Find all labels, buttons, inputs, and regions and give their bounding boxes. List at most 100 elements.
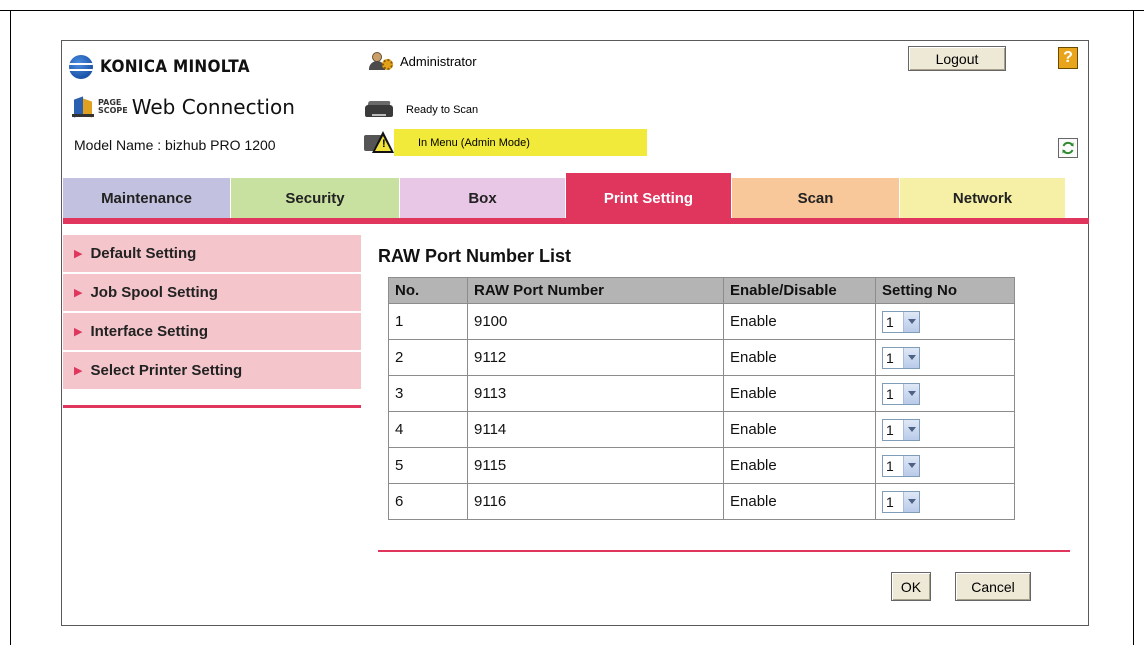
chevron-down-icon[interactable] <box>903 383 919 404</box>
arrow-right-icon: ▶ <box>74 326 83 338</box>
frame-right-border <box>1133 10 1134 645</box>
cell-no: 5 <box>388 447 468 484</box>
cell-setting-no: 1 <box>875 303 1015 340</box>
sidebar-menu: ▶ Default Setting ▶ Job Spool Setting ▶ … <box>63 235 361 391</box>
setting-no-select[interactable]: 1 <box>882 310 920 333</box>
cell-no: 4 <box>388 411 468 448</box>
device-status: ! In Menu (Admin Mode) <box>364 129 647 156</box>
arrow-right-icon: ▶ <box>74 365 83 377</box>
table-row: 2 9112 Enable 1 <box>388 339 1015 376</box>
chevron-down-icon[interactable] <box>903 311 919 332</box>
setting-no-value: 1 <box>886 313 894 330</box>
setting-no-select[interactable]: 1 <box>882 454 920 477</box>
main-tabs: Maintenance Security Box Print Setting S… <box>63 173 1066 218</box>
table-row: 3 9113 Enable 1 <box>388 375 1015 412</box>
cell-enable-disable: Enable <box>723 339 876 376</box>
content-divider <box>378 550 1070 552</box>
cell-enable-disable: Enable <box>723 303 876 340</box>
cell-setting-no: 1 <box>875 411 1015 448</box>
arrow-right-icon: ▶ <box>74 287 83 299</box>
product-title: Web Connection <box>131 95 295 119</box>
setting-no-value: 1 <box>886 349 894 366</box>
scanner-status-text: Ready to Scan <box>406 104 479 116</box>
cell-raw-port-number: 9112 <box>467 339 724 376</box>
column-header-raw-port-number: RAW Port Number <box>467 277 724 304</box>
setting-no-value: 1 <box>886 421 894 438</box>
page-title: RAW Port Number List <box>378 246 572 266</box>
frame-left-border <box>10 10 11 645</box>
refresh-icon <box>1062 141 1074 155</box>
sidebar-divider <box>63 405 361 408</box>
sidebar-item-default-setting[interactable]: ▶ Default Setting <box>63 235 361 272</box>
tab-security[interactable]: Security <box>231 178 400 218</box>
cell-setting-no: 1 <box>875 375 1015 412</box>
chevron-down-icon[interactable] <box>903 455 919 476</box>
refresh-button[interactable] <box>1058 138 1078 158</box>
model-name: Model Name : bizhub PRO 1200 <box>74 137 276 153</box>
tab-box[interactable]: Box <box>400 178 566 218</box>
setting-no-value: 1 <box>886 457 894 474</box>
chevron-down-icon[interactable] <box>903 347 919 368</box>
pagescope-icon <box>72 96 94 118</box>
cell-raw-port-number: 9116 <box>467 483 724 520</box>
tab-maintenance[interactable]: Maintenance <box>63 178 231 218</box>
konica-minolta-globe-icon <box>69 55 93 79</box>
setting-no-value: 1 <box>886 385 894 402</box>
help-button[interactable]: ? <box>1058 47 1078 69</box>
konica-minolta-logo: KONICA MINOLTA <box>69 54 267 80</box>
user-role-label: Administrator <box>400 53 477 69</box>
warning-icon: ! <box>364 130 394 155</box>
cell-enable-disable: Enable <box>723 483 876 520</box>
tabs-underline <box>63 218 1089 224</box>
cell-no: 3 <box>388 375 468 412</box>
sidebar-item-select-printer-setting[interactable]: ▶ Select Printer Setting <box>63 352 361 389</box>
table-row: 1 9100 Enable 1 <box>388 303 1015 340</box>
sidebar-item-interface-setting[interactable]: ▶ Interface Setting <box>63 313 361 350</box>
pagescope-logo: PAGE SCOPE Web Connection <box>72 95 295 119</box>
setting-no-select[interactable]: 1 <box>882 382 920 405</box>
cell-setting-no: 1 <box>875 447 1015 484</box>
cell-raw-port-number: 9100 <box>467 303 724 340</box>
sidebar-item-label: Interface Setting <box>90 323 208 340</box>
pagescope-wordmark: PAGE SCOPE <box>98 98 128 115</box>
sidebar-item-label: Select Printer Setting <box>90 362 243 379</box>
cell-enable-disable: Enable <box>723 447 876 484</box>
raw-port-table: No. RAW Port Number Enable/Disable Setti… <box>388 277 1015 520</box>
setting-no-value: 1 <box>886 493 894 510</box>
setting-no-select[interactable]: 1 <box>882 418 920 441</box>
logout-button[interactable]: Logout <box>908 46 1006 71</box>
cell-raw-port-number: 9114 <box>467 411 724 448</box>
arrow-right-icon: ▶ <box>74 248 83 260</box>
table-row: 4 9114 Enable 1 <box>388 411 1015 448</box>
cell-no: 2 <box>388 339 468 376</box>
scanner-status: Ready to Scan <box>364 99 478 121</box>
setting-no-select[interactable]: 1 <box>882 346 920 369</box>
web-connection-panel: KONICA MINOLTA PAGE SCOPE Web Connection… <box>61 40 1089 626</box>
tab-network[interactable]: Network <box>900 178 1066 218</box>
cell-setting-no: 1 <box>875 339 1015 376</box>
cell-enable-disable: Enable <box>723 375 876 412</box>
sidebar-item-label: Job Spool Setting <box>90 284 218 301</box>
column-header-no: No. <box>388 277 468 304</box>
brand-name: KONICA MINOLTA <box>100 57 250 77</box>
sidebar-item-job-spool-setting[interactable]: ▶ Job Spool Setting <box>63 274 361 311</box>
chevron-down-icon[interactable] <box>903 491 919 512</box>
table-row: 6 9116 Enable 1 <box>388 483 1015 520</box>
cell-no: 6 <box>388 483 468 520</box>
scanner-icon <box>364 99 394 121</box>
cell-no: 1 <box>388 303 468 340</box>
cell-enable-disable: Enable <box>723 411 876 448</box>
ok-button[interactable]: OK <box>891 572 931 601</box>
cell-setting-no: 1 <box>875 483 1015 520</box>
column-header-enable-disable: Enable/Disable <box>723 277 876 304</box>
tab-scan[interactable]: Scan <box>732 178 900 218</box>
cancel-button[interactable]: Cancel <box>955 572 1031 601</box>
column-header-setting-no: Setting No <box>875 277 1015 304</box>
setting-no-select[interactable]: 1 <box>882 490 920 513</box>
chevron-down-icon[interactable] <box>903 419 919 440</box>
device-status-text: In Menu (Admin Mode) <box>394 129 647 156</box>
frame-top-border <box>0 10 1144 11</box>
user-role: Administrator <box>368 51 477 71</box>
table-row: 5 9115 Enable 1 <box>388 447 1015 484</box>
tab-print-setting[interactable]: Print Setting <box>566 173 732 218</box>
